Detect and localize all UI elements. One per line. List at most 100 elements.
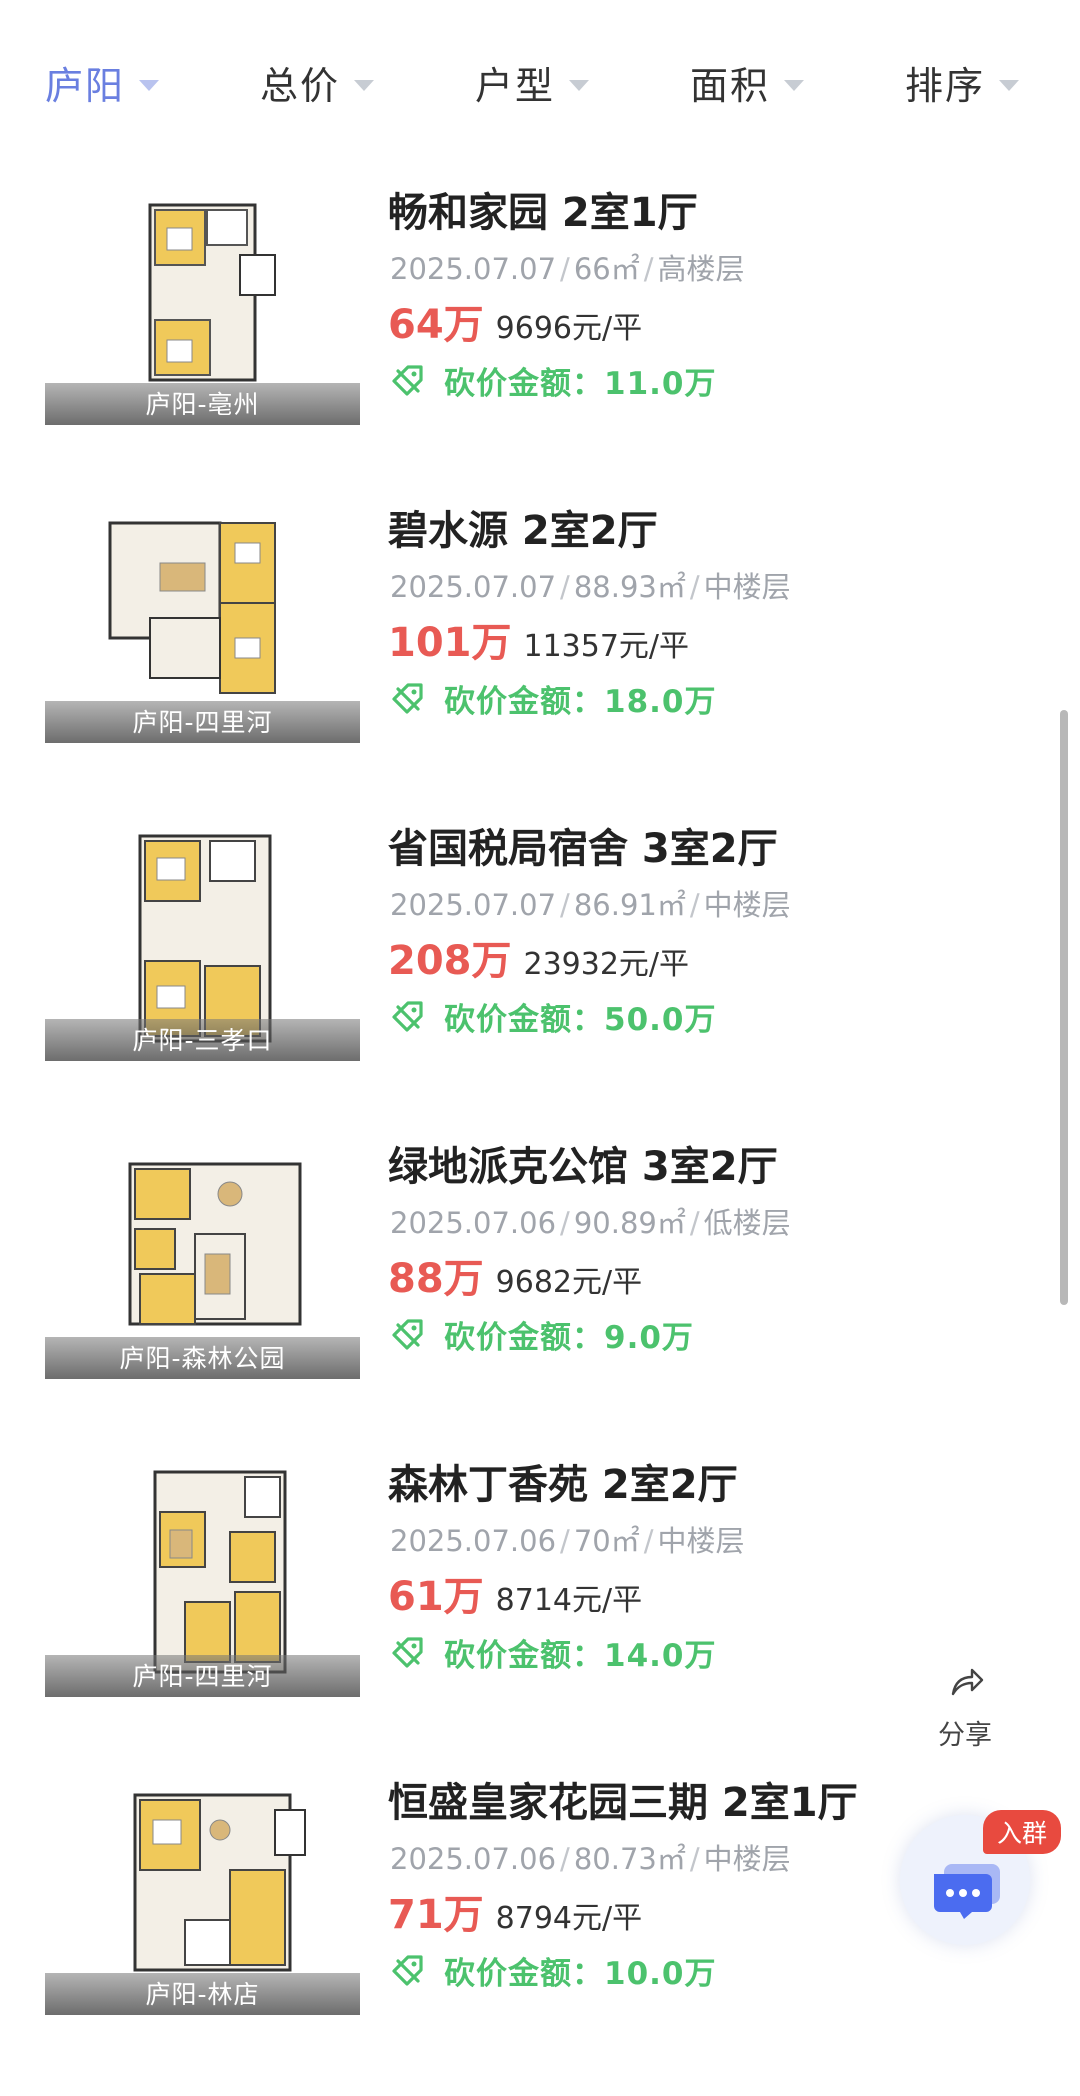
location-label: 庐阳-林店 [145,1980,260,2009]
listing-card[interactable]: 庐阳-三孝口 省国税局宿舍 3室2厅 2025.07.07/86.91㎡ / 中楼层… [0,816,1000,1116]
listing-floor: 中楼层 [703,570,791,604]
listing-floor: 中楼层 [703,1842,791,1876]
listing-unit-price: 23932元/平 [523,947,690,982]
bargain-label: 砍价金额： [444,1002,604,1038]
listing-title: 省国税局宿舍 3室2厅 [388,826,778,872]
bargain-label: 砍价金额： [444,1320,604,1356]
bargain-label: 砍价金额： [444,684,604,720]
price-tag-icon [392,1636,423,1668]
floorplan-thumbnail[interactable]: 庐阳-三孝口 [45,816,360,1061]
listing-price: 71万 [388,1892,484,1938]
listing-unit-price: 9682元/平 [495,1265,643,1300]
floorplan-thumbnail[interactable]: 庐阳-林店 [45,1770,360,2015]
join-group-badge: 入群 [983,1810,1062,1854]
location-label: 庐阳-四里河 [132,1662,273,1691]
filter-bar: 庐阳 总价 户型 面积 排序 [0,0,1080,160]
price-line: 88万 9682元/平 [388,1246,642,1304]
price-tag-icon [392,1000,423,1032]
listing-date: 2025.07.07 [390,252,557,286]
listing-card[interactable]: 庐阳-森林公园 绿地派克公馆 3室2厅 2025.07.06/90.89㎡ / 低楼… [0,1134,1000,1434]
bargain-amount: 11.0万 [604,366,717,402]
listing-card[interactable]: 庐阳-四里河 森林丁香苑 2室2厅 2025.07.06/70㎡ / 中楼层 61万… [0,1452,1000,1752]
location-label: 庐阳-三孝口 [132,1026,273,1055]
listing-floor: 低楼层 [703,1206,791,1240]
listing-date: 2025.07.06 [390,1842,557,1876]
listing-unit-price: 8794元/平 [495,1901,643,1936]
listing-title: 畅和家园 2室1厅 [388,190,698,236]
chevron-down-icon [354,79,375,91]
price-line: 61万 8714元/平 [388,1564,642,1622]
listing-meta: 2025.07.07/66㎡ / 高楼层 [390,252,745,286]
listing-date: 2025.07.07 [390,888,557,922]
bargain-amount: 18.0万 [604,684,717,720]
listing-unit-price: 9696元/平 [495,311,643,346]
share-button[interactable]: 分享 [930,1665,1000,1755]
bargain-line: 砍价金额： 11.0万 [390,358,717,403]
listing-area: 90.89㎡ [573,1206,686,1240]
join-group-button[interactable]: 入群 [900,1810,1062,1970]
listing-date: 2025.07.07 [390,570,557,604]
floorplan-thumbnail[interactable]: 庐阳-四里河 [45,498,360,743]
price-line: 71万 8794元/平 [388,1882,642,1940]
listing-price: 64万 [388,302,484,348]
bargain-line: 砍价金额： 18.0万 [390,676,717,721]
price-line: 64万 9696元/平 [388,292,642,350]
filter-total-price-label: 总价 [260,63,341,108]
listing-card[interactable]: 庐阳-林店 恒盛皇家花园三期 2室1厅 2025.07.06/80.73㎡ / 中楼… [0,1770,1000,2070]
filter-district[interactable]: 庐阳 [45,52,160,112]
location-label: 庐阳-森林公园 [119,1344,286,1373]
listing-meta: 2025.07.06/70㎡ / 中楼层 [390,1524,745,1558]
filter-area-label: 面积 [690,63,771,108]
bargain-line: 砍价金额： 50.0万 [390,994,717,1039]
floorplan-thumbnail[interactable]: 庐阳-亳州 [45,180,360,425]
bargain-amount: 9.0万 [604,1320,694,1356]
listing-date: 2025.07.06 [390,1206,557,1240]
price-tag-icon [392,364,423,396]
listing-card[interactable]: 庐阳-四里河 碧水源 2室2厅 2025.07.07/88.93㎡ / 中楼层 10… [0,498,1000,798]
listing-price: 101万 [388,620,512,666]
price-tag-icon [392,682,423,714]
filter-layout[interactable]: 户型 [475,52,590,112]
bargain-line: 砍价金额： 10.0万 [390,1948,717,1993]
listing-card[interactable]: 庐阳-亳州 畅和家园 2室1厅 2025.07.07/66㎡ / 高楼层 64万 9… [0,180,1000,480]
price-tag-icon [392,1318,423,1350]
bargain-label: 砍价金额： [444,366,604,402]
filter-total-price[interactable]: 总价 [260,52,375,112]
listing-price: 208万 [388,938,512,984]
listing-meta: 2025.07.06/90.89㎡ / 低楼层 [390,1206,791,1240]
listing-area: 70㎡ [573,1524,640,1558]
listing-floor: 中楼层 [703,888,791,922]
bargain-amount: 14.0万 [604,1638,717,1674]
listing-unit-price: 8714元/平 [495,1583,643,1618]
listing-date: 2025.07.06 [390,1524,557,1558]
listing-title: 恒盛皇家花园三期 2室1厅 [388,1780,858,1826]
listing-area: 88.93㎡ [573,570,686,604]
location-label: 庐阳-亳州 [145,390,260,419]
location-label: 庐阳-四里河 [132,708,273,737]
filter-sort[interactable]: 排序 [905,52,1020,112]
listing-price: 88万 [388,1256,484,1302]
price-line: 101万 11357元/平 [388,610,689,668]
share-label: 分享 [938,1720,992,1751]
bargain-amount: 50.0万 [604,1002,717,1038]
listing-unit-price: 11357元/平 [523,629,690,664]
chevron-down-icon [569,79,590,91]
floorplan-thumbnail[interactable]: 庐阳-森林公园 [45,1134,360,1379]
filter-area[interactable]: 面积 [690,52,805,112]
bargain-line: 砍价金额： 14.0万 [390,1630,717,1675]
listing-floor: 中楼层 [657,1524,745,1558]
listing-meta: 2025.07.06/80.73㎡ / 中楼层 [390,1842,791,1876]
listing-area: 86.91㎡ [573,888,686,922]
filter-district-label: 庐阳 [45,63,126,108]
scrollbar[interactable] [1060,710,1068,1305]
floorplan-thumbnail[interactable]: 庐阳-四里河 [45,1452,360,1697]
chat-bubble-icon [934,1864,1000,1919]
listing-title: 绿地派克公馆 3室2厅 [388,1144,778,1190]
listing-area: 80.73㎡ [573,1842,686,1876]
listing-price: 61万 [388,1574,484,1620]
bargain-line: 砍价金额： 9.0万 [390,1312,694,1357]
listing-meta: 2025.07.07/86.91㎡ / 中楼层 [390,888,791,922]
listing-area: 66㎡ [573,252,640,286]
bargain-amount: 10.0万 [604,1956,717,1992]
listing-floor: 高楼层 [657,252,745,286]
